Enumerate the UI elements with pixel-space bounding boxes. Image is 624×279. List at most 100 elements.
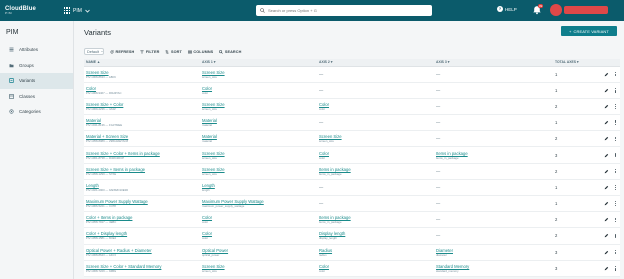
edit-icon[interactable] (604, 169, 609, 174)
edit-icon[interactable] (604, 120, 609, 125)
name-cell[interactable]: Screen Size + Color + Standard Memory PIV… (84, 264, 202, 273)
name-cell[interactable]: Maximum Power Supply Wattage PIV-1066-522… (84, 199, 202, 208)
axis-1-cell[interactable]: Material material (202, 118, 319, 127)
more-options-icon[interactable] (614, 201, 616, 206)
table-row[interactable]: Screen Size + Color + Items in package PI… (84, 147, 620, 164)
axis-1-cell[interactable]: Color color (202, 215, 319, 224)
more-options-icon[interactable] (614, 104, 616, 109)
more-options-icon[interactable] (614, 168, 616, 174)
edit-icon[interactable] (604, 217, 609, 222)
edit-icon[interactable] (604, 266, 609, 271)
edit-icon[interactable] (604, 72, 609, 77)
table-row[interactable]: Color PIV-1068-9467 — R9H3TAC Color color — —… (84, 83, 620, 99)
more-options-icon[interactable] (614, 217, 616, 223)
sidebar-item-groups[interactable]: Groups (0, 58, 73, 74)
table-row[interactable]: Material PIV-1041-8136 — FG37MEE Material m… (84, 115, 620, 132)
axis-3-cell[interactable]: Standard Memory standard_memory (436, 264, 555, 273)
filter-button[interactable]: FILTER (140, 50, 159, 54)
more-options-icon[interactable] (614, 136, 616, 142)
table-row[interactable]: Length PIV-1021-2900 — 9AFB2D10E3D Length l… (84, 180, 620, 196)
name-cell[interactable]: Screen Size + Color PIV-1069-2236 — 4A3Z (84, 102, 202, 111)
axis-1-cell[interactable]: Screen Size screen_size (202, 167, 319, 176)
edit-icon[interactable] (604, 185, 609, 190)
sidebar-item-attributes[interactable]: Attributes (0, 42, 73, 58)
axis-1-cell[interactable]: Screen Size screen_size (202, 102, 319, 111)
name-cell[interactable]: Material PIV-1041-8136 — FG37MEE (84, 118, 202, 127)
axis-2-cell[interactable]: Items in package items_in_package (319, 167, 436, 176)
more-options-icon[interactable] (614, 71, 616, 77)
axis-1-cell[interactable]: Screen Size screen_size (202, 264, 319, 273)
view-select[interactable]: Default (84, 48, 104, 55)
search-input[interactable] (268, 8, 418, 13)
axis-1-cell[interactable]: Screen Size screen_size (202, 151, 319, 160)
name-cell[interactable]: Color + Items in package PIV-1058-7917 — … (84, 215, 202, 224)
axis-2-cell[interactable]: Color color (319, 102, 436, 111)
table-row[interactable]: Screen Size PIV-1068-8633 — A8K9 Screen Si… (84, 67, 620, 83)
create-variant-button[interactable]: + CREATE VARIANT (561, 26, 617, 36)
axis-1-cell[interactable]: Optical Power optical_power (202, 248, 319, 257)
table-row[interactable]: Optical Power + Radius + Diameter PIV-106… (84, 245, 620, 261)
more-options-icon[interactable] (614, 233, 616, 239)
axis-3-cell[interactable]: Items in package items_in_package (436, 151, 555, 160)
axis-1-cell[interactable]: Maximum Power Supply Wattage maximum_powe… (202, 199, 319, 208)
edit-icon[interactable] (604, 153, 609, 158)
edit-icon[interactable] (604, 136, 609, 141)
table-row[interactable]: Color + Items in package PIV-1058-7917 — … (84, 212, 620, 229)
table-row[interactable]: Screen Size + Items in package PIV-1058-1… (84, 164, 620, 180)
column-header-axis-2[interactable]: AXIS 2 ▾ (319, 60, 436, 64)
edit-icon[interactable] (604, 201, 609, 206)
more-options-icon[interactable] (614, 185, 616, 190)
account-name[interactable] (564, 6, 608, 14)
column-header-total-axes[interactable]: TOTAL AXES ▾ (555, 60, 595, 64)
table-row[interactable]: Color + Display length PIV-1058-1581 — 8C… (84, 228, 620, 245)
axis-1-cell[interactable]: Length length (202, 183, 319, 192)
help-button[interactable]: ? HELP (497, 6, 517, 12)
axis-1-cell[interactable]: Screen Size screen_size (202, 70, 319, 79)
logo[interactable]: CloudBlue PIM (5, 6, 36, 15)
columns-button[interactable]: COLUMNS (188, 50, 213, 54)
table-row[interactable]: Maximum Power Supply Wattage PIV-1066-522… (84, 196, 620, 213)
axis-2-cell[interactable]: Items in package items_in_package (319, 215, 436, 224)
sort-button[interactable]: SORT (165, 50, 182, 54)
search-button[interactable]: SEARCH (219, 50, 241, 54)
name-cell[interactable]: Material + Screen Size PIV-1058-8089 — 29… (84, 134, 202, 143)
global-search[interactable] (256, 5, 432, 16)
axis-1-cell[interactable]: Material material (202, 134, 319, 143)
name-cell[interactable]: Optical Power + Radius + Diameter PIV-106… (84, 248, 202, 257)
more-options-icon[interactable] (614, 266, 616, 271)
axis-2-cell[interactable]: Radius radius (319, 248, 436, 257)
avatar[interactable] (550, 4, 562, 16)
sidebar-item-categories[interactable]: Categories (0, 104, 73, 120)
column-header-axis-1[interactable]: AXIS 1 ▾ (202, 60, 319, 64)
axis-1-cell[interactable]: Color color (202, 231, 319, 240)
name-cell[interactable]: Color + Display length PIV-1058-1581 — 8C… (84, 231, 202, 240)
edit-icon[interactable] (604, 250, 609, 255)
app-switcher[interactable]: PIM (63, 7, 90, 14)
sidebar-item-variants[interactable]: Variants (0, 73, 73, 89)
refresh-button[interactable]: REFRESH (110, 50, 134, 54)
column-header-axis-3[interactable]: AXIS 3 ▾ (436, 60, 555, 64)
table-row[interactable]: Screen Size + Color + Standard Memory PIV… (84, 261, 620, 277)
axis-2-cell[interactable]: Color color (319, 264, 436, 273)
axis-3-cell[interactable]: Diameter diameter (436, 248, 555, 257)
axis-1-cell[interactable]: Color color (202, 86, 319, 95)
name-cell[interactable]: Screen Size + Items in package PIV-1058-1… (84, 167, 202, 176)
column-header-name[interactable]: NAME ▲ (84, 60, 202, 64)
more-options-icon[interactable] (614, 249, 616, 255)
more-options-icon[interactable] (614, 120, 616, 125)
more-options-icon[interactable] (614, 88, 616, 93)
name-cell[interactable]: Length PIV-1021-2900 — 9AFB2D10E3D (84, 183, 202, 192)
name-cell[interactable]: Screen Size PIV-1068-8633 — A8K9 (84, 70, 202, 79)
table-row[interactable]: Screen Size + Color PIV-1069-2236 — 4A3Z S… (84, 99, 620, 116)
sidebar-item-classes[interactable]: Classes (0, 89, 73, 105)
edit-icon[interactable] (604, 233, 609, 238)
axis-2-cell[interactable]: Color color (319, 151, 436, 160)
name-cell[interactable]: Screen Size + Color + Items in package PI… (84, 151, 202, 160)
more-options-icon[interactable] (614, 152, 616, 158)
edit-icon[interactable] (604, 104, 609, 109)
axis-2-cell[interactable]: Screen Size screen_size (319, 134, 436, 143)
name-cell[interactable]: Color PIV-1068-9467 — R9H3TAC (84, 86, 202, 95)
axis-2-cell[interactable]: Display length display_length (319, 231, 436, 240)
edit-icon[interactable] (604, 88, 609, 93)
table-row[interactable]: Material + Screen Size PIV-1058-8089 — 29… (84, 131, 620, 148)
